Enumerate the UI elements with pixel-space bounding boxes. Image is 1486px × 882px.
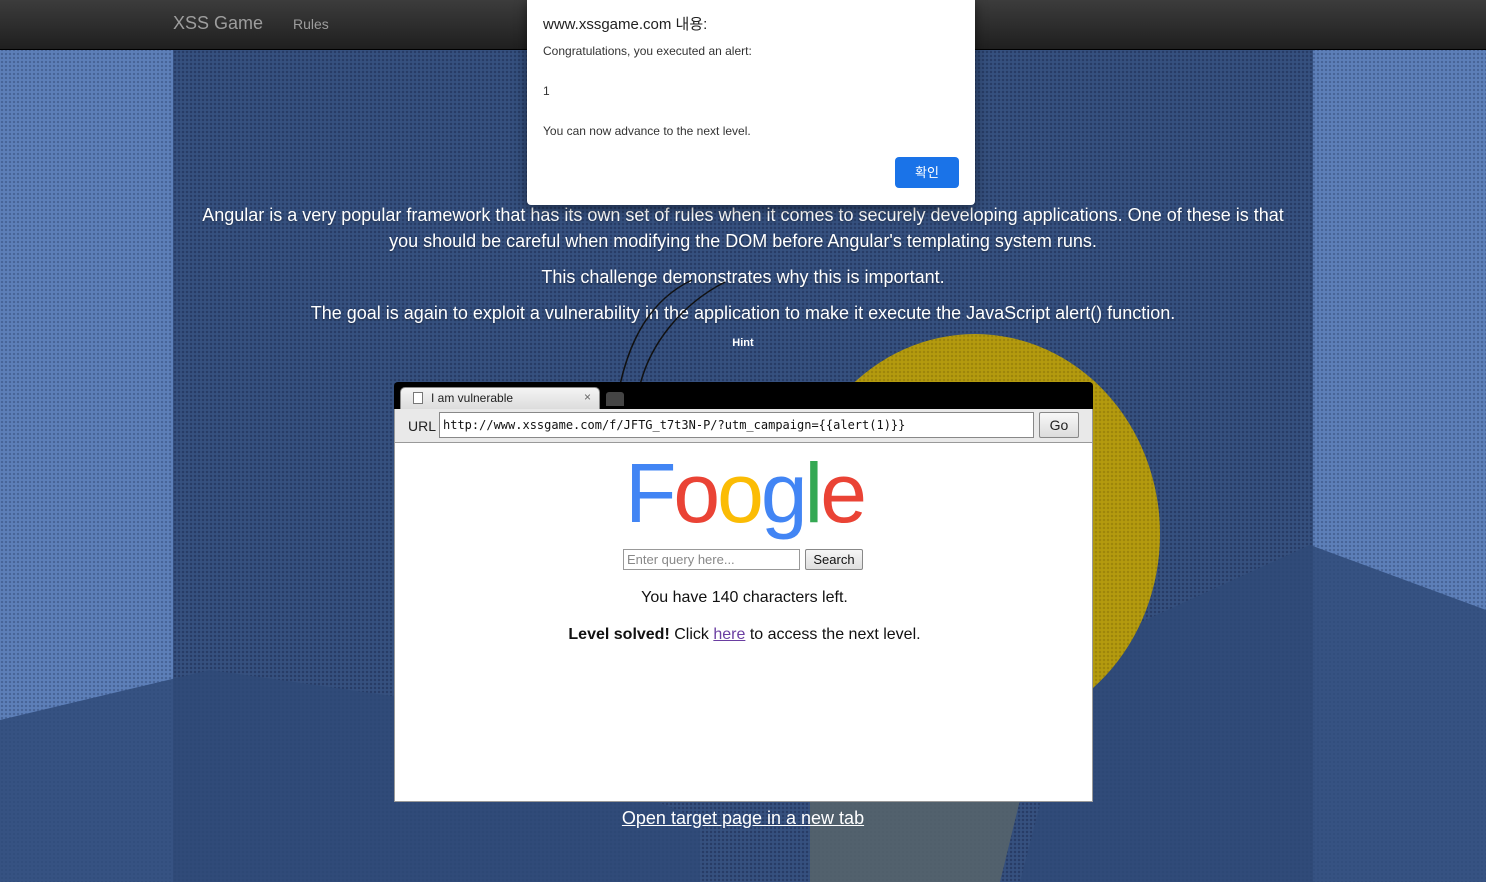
dialog-title: www.xssgame.com 내용: (543, 16, 708, 33)
foogle-logo: Foogle (395, 443, 1094, 543)
level-solved-message: Level solved! Click here to access the n… (395, 626, 1094, 644)
new-tab-button[interactable] (606, 392, 624, 406)
tab-title: I am vulnerable (431, 391, 514, 405)
logo-letter: g (760, 446, 808, 540)
search-button[interactable]: Search (805, 549, 863, 570)
page-icon (413, 392, 423, 404)
tab-bar: I am vulnerable × (394, 382, 1093, 409)
hint-link[interactable]: Hint (718, 337, 768, 349)
search-input[interactable]: Enter query here... (623, 549, 800, 570)
close-icon[interactable]: × (584, 390, 591, 404)
nav-rules-link[interactable]: Rules (293, 16, 329, 32)
logo-letter: l (804, 446, 824, 540)
dialog-alert-value: 1 (543, 84, 550, 98)
alert-dialog: www.xssgame.com 내용: Congratulations, you… (527, 0, 975, 205)
browser-tab[interactable]: I am vulnerable × (400, 387, 600, 409)
dialog-advance-message: You can now advance to the next level. (543, 124, 751, 138)
solved-text-post: to access the next level. (745, 626, 921, 643)
url-label: URL (408, 418, 437, 434)
logo-letter: e (820, 446, 867, 540)
characters-left-text: You have 140 characters left. (641, 589, 848, 606)
next-level-link[interactable]: here (713, 626, 745, 643)
intro-paragraph: Angular is a very popular framework that… (202, 205, 1284, 251)
logo-letter: o (673, 446, 720, 540)
url-input[interactable]: http://www.xssgame.com/f/JFTG_t7t3N-P/?u… (439, 412, 1034, 438)
level-solved-label: Level solved! (568, 626, 670, 643)
ok-button[interactable]: 확인 (895, 157, 959, 188)
target-page: Foogle Enter query here... Search You ha… (394, 443, 1093, 802)
logo-letter: o (717, 446, 764, 540)
dialog-message: Congratulations, you executed an alert: (543, 44, 752, 58)
url-bar: URL http://www.xssgame.com/f/JFTG_t7t3N-… (394, 409, 1093, 443)
challenge-paragraph: This challenge demonstrates why this is … (541, 267, 945, 287)
brand-link[interactable]: XSS Game (173, 13, 263, 34)
open-new-tab-link[interactable]: Open target page in a new tab (0, 808, 1486, 829)
logo-letter: F (625, 446, 676, 540)
solved-text-pre: Click (669, 626, 714, 643)
goal-paragraph: The goal is again to exploit a vulnerabi… (310, 303, 1176, 323)
go-button[interactable]: Go (1039, 412, 1079, 438)
embedded-browser: I am vulnerable × URL http://www.xssgame… (394, 382, 1093, 802)
